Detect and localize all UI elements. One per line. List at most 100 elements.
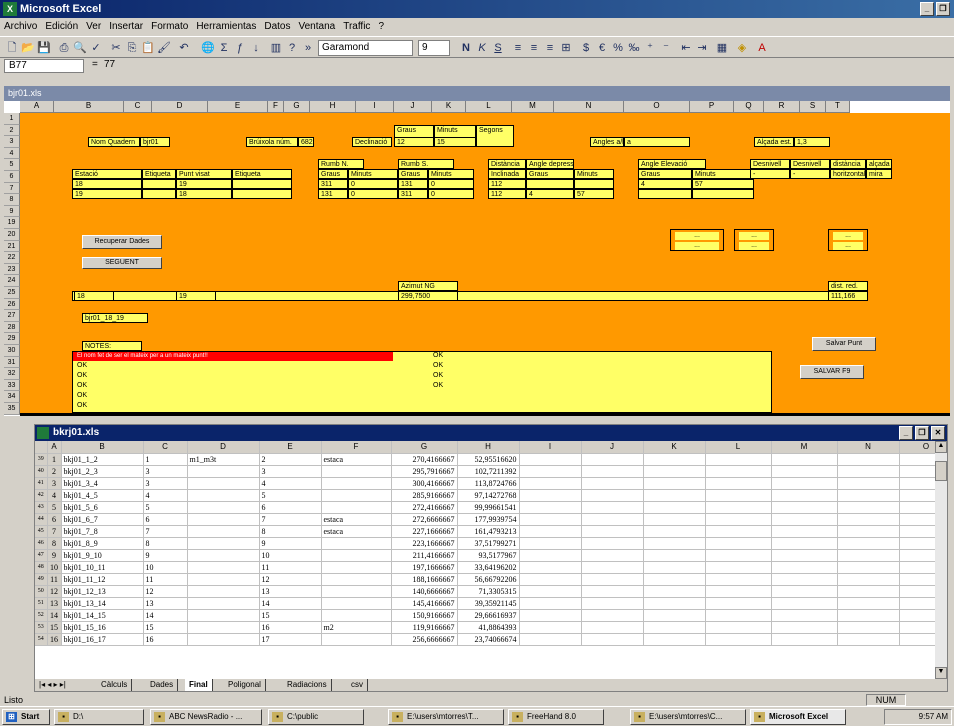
new-file-icon[interactable]: 🗋: [4, 40, 20, 56]
row-header[interactable]: 1: [4, 113, 20, 125]
merge-center-icon[interactable]: ⊞: [558, 40, 574, 56]
column-header[interactable]: Q: [734, 101, 764, 113]
row-header[interactable]: 31: [4, 356, 20, 369]
row-header[interactable]: 3: [47, 477, 62, 490]
row-header[interactable]: 19: [4, 217, 20, 229]
column-header[interactable]: E: [259, 441, 322, 454]
currency-icon[interactable]: $: [578, 40, 594, 56]
seguent-button[interactable]: SEGUENT: [82, 257, 162, 269]
row-header[interactable]: 6: [47, 513, 62, 526]
row-header[interactable]: 32: [4, 368, 20, 380]
row-header[interactable]: 25: [4, 287, 20, 299]
column-header[interactable]: E: [208, 101, 268, 113]
sheet-tab-2[interactable]: Final: [185, 679, 213, 691]
column-header[interactable]: K: [432, 101, 466, 113]
salvar-punt-button[interactable]: Salvar Punt: [812, 337, 876, 351]
minimize2-icon[interactable]: _: [899, 426, 913, 440]
underline-icon[interactable]: S: [490, 40, 506, 56]
row-header[interactable]: 22: [4, 252, 20, 264]
row-header[interactable]: 5: [4, 159, 20, 171]
column-header[interactable]: I: [356, 101, 394, 113]
spelling-icon[interactable]: ✓: [88, 40, 104, 56]
increase-indent-icon[interactable]: ⇥: [694, 40, 710, 56]
row-header[interactable]: 14: [47, 609, 62, 622]
menu-item-1[interactable]: Edición: [45, 21, 78, 32]
row-header[interactable]: 23: [4, 263, 20, 276]
hyperlink-icon[interactable]: 🌐: [200, 40, 216, 56]
menu-item-8[interactable]: Traffic: [343, 21, 370, 32]
row-header[interactable]: 2: [47, 465, 62, 478]
column-header[interactable]: M: [512, 101, 554, 113]
column-header[interactable]: N: [837, 441, 900, 454]
column-header[interactable]: C: [124, 101, 152, 113]
taskbar-item-4[interactable]: ▪ FreeHand 8.0: [508, 709, 604, 725]
column-header[interactable]: I: [519, 441, 582, 454]
font-name-select[interactable]: Garamond: [318, 40, 413, 56]
bold-icon[interactable]: N: [458, 40, 474, 56]
column-header[interactable]: L: [705, 441, 772, 454]
row-header[interactable]: 27: [4, 310, 20, 322]
column-header[interactable]: K: [643, 441, 706, 454]
print-preview-icon[interactable]: 🔍: [72, 40, 88, 56]
column-header[interactable]: N: [554, 101, 624, 113]
cut-icon[interactable]: ✂: [108, 40, 124, 56]
row-header[interactable]: 9: [4, 205, 20, 218]
menu-item-6[interactable]: Datos: [264, 21, 290, 32]
align-center-icon[interactable]: ≡: [526, 40, 542, 56]
column-header[interactable]: G: [284, 101, 310, 113]
sheet-tab-1[interactable]: Dades: [146, 679, 179, 691]
align-right-icon[interactable]: ≡: [542, 40, 558, 56]
column-header[interactable]: M: [771, 441, 838, 454]
salvar-fitx-button[interactable]: SALVAR F9: [800, 365, 864, 379]
row-header[interactable]: 16: [47, 633, 62, 646]
row-header[interactable]: 26: [4, 298, 20, 311]
menu-item-3[interactable]: Insertar: [109, 21, 143, 32]
row-header[interactable]: 4: [4, 147, 20, 160]
row-header[interactable]: 11: [47, 573, 62, 586]
column-header[interactable]: G: [391, 441, 458, 454]
row-header[interactable]: 34: [4, 391, 20, 403]
row-header[interactable]: 6: [4, 171, 20, 183]
select-all-corner[interactable]: [35, 441, 48, 454]
menu-item-5[interactable]: Herramientas: [196, 21, 256, 32]
sort-ascending-icon[interactable]: ↓: [248, 40, 264, 56]
start-button[interactable]: ⊞ Start: [2, 709, 50, 725]
taskbar-item-3[interactable]: ▪ E:\users\mtorres\T...: [388, 709, 504, 725]
percent-icon[interactable]: %: [610, 40, 626, 56]
row-header[interactable]: 7: [47, 525, 62, 538]
function-icon[interactable]: ƒ: [232, 40, 248, 56]
column-header[interactable]: T: [826, 101, 850, 113]
row-header[interactable]: 7: [4, 182, 20, 195]
column-header[interactable]: S: [800, 101, 826, 113]
menu-item-9[interactable]: ?: [378, 21, 384, 32]
save-icon[interactable]: 💾: [36, 40, 52, 56]
format-painter-icon[interactable]: 🖌: [156, 40, 172, 56]
restore2-icon[interactable]: ❐: [915, 426, 929, 440]
sheet-tab-3[interactable]: Poligonal: [224, 679, 266, 691]
column-header[interactable]: L: [466, 101, 512, 113]
font-size-select[interactable]: 9: [418, 40, 450, 56]
help-icon[interactable]: ?: [284, 40, 300, 56]
autosum-icon[interactable]: Σ: [216, 40, 232, 56]
column-header[interactable]: H: [310, 101, 356, 113]
print-icon[interactable]: ⎙: [56, 40, 72, 56]
row-header[interactable]: 2: [4, 124, 20, 137]
row-header[interactable]: 35: [4, 403, 20, 415]
copy-icon[interactable]: ⎘: [124, 40, 140, 56]
vertical-scrollbar[interactable]: ▲ ▼: [935, 441, 947, 679]
menu-item-0[interactable]: Archivo: [4, 21, 37, 32]
align-left-icon[interactable]: ≡: [510, 40, 526, 56]
sheet-tab-5[interactable]: csv: [347, 679, 368, 691]
row-header[interactable]: 4: [47, 489, 62, 502]
row-header[interactable]: 13: [47, 597, 62, 610]
decrease-decimal-icon[interactable]: ⁻: [658, 40, 674, 56]
paste-icon[interactable]: 📋: [140, 40, 156, 56]
row-header[interactable]: 28: [4, 321, 20, 334]
row-header[interactable]: 21: [4, 240, 20, 253]
column-header[interactable]: C: [143, 441, 188, 454]
row-header[interactable]: 33: [4, 379, 20, 392]
row-header[interactable]: 29: [4, 333, 20, 345]
taskbar-item-5[interactable]: ▪ E:\users\mtorres\C...: [630, 709, 746, 725]
column-header[interactable]: O: [624, 101, 690, 113]
increase-decimal-icon[interactable]: ⁺: [642, 40, 658, 56]
